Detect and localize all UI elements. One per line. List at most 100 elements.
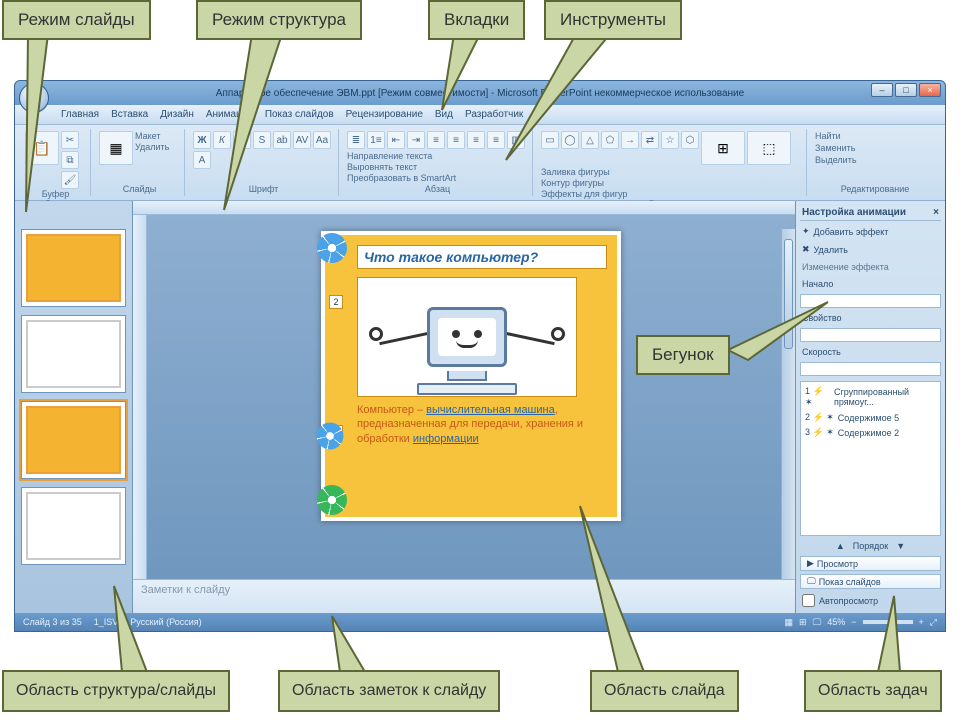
section-label: Изменение эффекта xyxy=(800,260,941,274)
new-slide-button[interactable]: ▦ xyxy=(99,131,133,165)
vertical-scrollbar[interactable] xyxy=(781,229,795,579)
shape-fill-button[interactable]: Заливка фигуры xyxy=(541,167,627,177)
task-pane-title: Настройка анимации xyxy=(802,207,906,218)
autopreview-checkbox[interactable] xyxy=(802,594,815,607)
find-button[interactable]: Найти xyxy=(815,131,841,141)
thumbnail-wrapper: 1 xyxy=(21,229,126,307)
list-item-label: Сгруппированный прямоуг... xyxy=(834,387,936,407)
minimize-button[interactable]: – xyxy=(871,83,893,97)
slide-thumbnail-active[interactable] xyxy=(21,401,126,479)
group-label: Слайды xyxy=(99,184,180,194)
shape-icon[interactable]: ⇄ xyxy=(641,131,659,149)
align-center-button[interactable]: ≡ xyxy=(447,131,465,149)
list-item-label: Содержимое 5 xyxy=(838,413,899,423)
slideshow-button[interactable]: 🖵 Показ слайдов xyxy=(800,574,941,589)
format-painter-button[interactable]: 🖌 xyxy=(61,171,79,189)
status-zoom: 45% xyxy=(827,617,845,627)
callout-tail xyxy=(436,34,496,114)
tab-insert[interactable]: Вставка xyxy=(111,109,148,120)
callout-label: Вкладки xyxy=(444,10,509,29)
tab-home[interactable]: Главная xyxy=(61,109,99,120)
play-label: Просмотр xyxy=(817,559,858,569)
zoom-out-icon[interactable]: − xyxy=(851,617,856,627)
list-item[interactable]: 1 ⚡ ✶ Сгруппированный прямоуг... xyxy=(803,384,938,410)
text-direction-button[interactable]: Направление текста xyxy=(347,151,456,161)
view-sorter-icon[interactable]: ⊞ xyxy=(799,617,807,628)
callout-tabs: Вкладки xyxy=(428,0,525,40)
list-item[interactable]: 2 ⚡ ✶ Содержимое 5 xyxy=(803,410,938,425)
thumbnail-wrapper: 2 xyxy=(21,315,126,393)
remove-button[interactable]: Удалить xyxy=(814,245,848,255)
copy-button[interactable]: ⧉ xyxy=(61,151,79,169)
callout-tail xyxy=(728,300,838,370)
shape-outline-button[interactable]: Контур фигуры xyxy=(541,178,627,188)
slide-image[interactable] xyxy=(357,277,577,397)
callout-tail xyxy=(870,594,920,674)
smartart-button[interactable]: Преобразовать в SmartArt xyxy=(347,173,456,183)
slide-thumbnail[interactable] xyxy=(21,487,126,565)
arrange-button[interactable]: ⊞ xyxy=(701,131,745,165)
slide-thumbnail[interactable] xyxy=(21,229,126,307)
maximize-button[interactable]: □ xyxy=(895,83,917,97)
align-right-button[interactable]: ≡ xyxy=(467,131,485,149)
fit-icon[interactable]: ⤢ xyxy=(930,617,937,628)
cut-button[interactable]: ✂ xyxy=(61,131,79,149)
placeholder-tag: 2 xyxy=(329,295,343,309)
view-normal-icon[interactable]: ▦ xyxy=(785,617,794,628)
list-item-label: Содержимое 2 xyxy=(838,428,899,438)
slide-body-text[interactable]: Компьютер – вычислительная машина, предн… xyxy=(357,403,607,446)
close-button[interactable]: × xyxy=(919,83,941,97)
select-button[interactable]: Выделить xyxy=(815,155,857,165)
effects-list: 1 ⚡ ✶ Сгруппированный прямоуг... 2 ⚡ ✶ С… xyxy=(800,381,941,536)
callout-notes-area: Область заметок к слайду xyxy=(278,670,500,712)
slide-edit-area: 1 2 3 Что такое компьютер? xyxy=(133,201,795,613)
tab-design[interactable]: Дизайн xyxy=(160,109,194,120)
bold-button[interactable]: Ж xyxy=(193,131,211,149)
workspace: 1 2 3 4 1 2 xyxy=(15,201,945,613)
thumbnail-wrapper: 4 xyxy=(21,487,126,565)
quick-styles-button[interactable]: ⬚ xyxy=(747,131,791,165)
align-left-button[interactable]: ≡ xyxy=(427,131,445,149)
shape-effects-button[interactable]: Эффекты для фигур xyxy=(541,189,627,199)
callout-tail xyxy=(500,34,640,164)
play-button[interactable]: ▶ Просмотр xyxy=(800,556,941,571)
group-label: Редактирование xyxy=(815,184,935,194)
computer-cartoon xyxy=(427,307,507,367)
slide-viewport: 1 2 3 Что такое компьютер? xyxy=(133,215,795,579)
add-effect-button[interactable]: Добавить эффект xyxy=(814,227,889,237)
view-slideshow-icon[interactable]: 🖵 xyxy=(813,617,822,628)
align-text-button[interactable]: Выровнять текст xyxy=(347,162,456,172)
callout-slide-area: Область слайда xyxy=(590,670,739,712)
slides-thumbnail-pane: 1 2 3 4 xyxy=(15,201,133,613)
slide-title[interactable]: Что такое компьютер? xyxy=(357,245,607,269)
list-item[interactable]: 3 ⚡ ✶ Содержимое 2 xyxy=(803,425,938,440)
callout-outline-slides-area: Область структура/слайды xyxy=(2,670,230,712)
callout-mode-slides: Режим слайды xyxy=(2,0,151,40)
callout-label: Инструменты xyxy=(560,10,666,29)
shape-icon[interactable]: ☆ xyxy=(661,131,679,149)
body-link: вычислительная машина xyxy=(426,404,555,416)
flower-icon xyxy=(321,237,343,259)
delete-button[interactable]: Удалить xyxy=(135,142,169,152)
close-icon[interactable]: × xyxy=(933,207,939,218)
indent-inc-button[interactable]: ⇥ xyxy=(407,131,425,149)
callout-tail xyxy=(222,34,362,214)
layout-button[interactable]: Макет xyxy=(135,131,169,141)
status-slide-info: Слайд 3 из 35 xyxy=(23,617,82,627)
reorder-up-icon[interactable]: ▲ xyxy=(836,541,845,551)
current-slide[interactable]: 1 2 3 Что такое компьютер? xyxy=(321,231,621,521)
flower-icon xyxy=(321,489,343,511)
callout-label: Область слайда xyxy=(604,682,725,699)
shape-icon[interactable]: ⬡ xyxy=(681,131,699,149)
replace-button[interactable]: Заменить xyxy=(815,143,855,153)
indent-dec-button[interactable]: ⇤ xyxy=(387,131,405,149)
callout-tools: Инструменты xyxy=(544,0,682,40)
window-controls: – □ × xyxy=(871,83,941,97)
notes-pane[interactable]: Заметки к слайду xyxy=(133,579,795,613)
reorder-down-icon[interactable]: ▼ xyxy=(896,541,905,551)
start-label: Начало xyxy=(800,277,941,291)
numbering-button[interactable]: 1≡ xyxy=(367,131,385,149)
font-color-button[interactable]: A xyxy=(193,151,211,169)
flower-icon xyxy=(320,426,340,446)
slide-thumbnail[interactable] xyxy=(21,315,126,393)
